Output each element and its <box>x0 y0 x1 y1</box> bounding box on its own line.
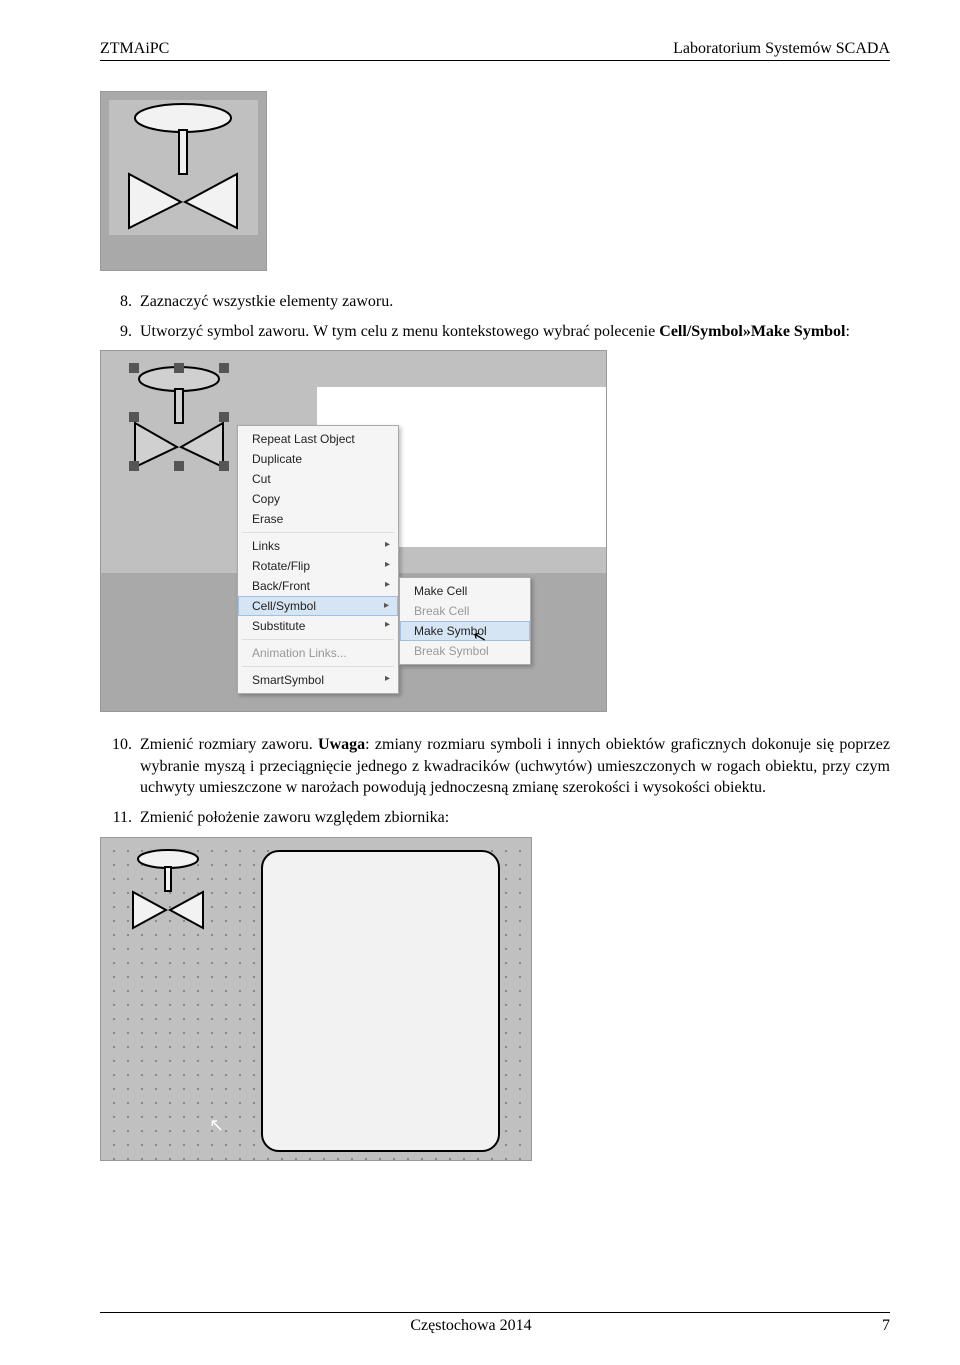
step-text: Utworzyć symbol zaworu. W tym celu z men… <box>140 321 890 343</box>
valve-selected-icon <box>119 363 239 471</box>
menu-separator <box>242 666 394 667</box>
menu-item-repeat[interactable]: Repeat Last Object <box>238 429 398 449</box>
header-left: ZTMAiPC <box>100 40 169 58</box>
page-footer: Częstochowa 2014 7 <box>100 1312 890 1335</box>
menu-item-cell-symbol[interactable]: Cell/Symbol <box>238 596 398 616</box>
menu-item-substitute[interactable]: Substitute <box>238 616 398 636</box>
step-text: Zaznaczyć wszystkie elementy zaworu. <box>140 291 890 313</box>
step-10: 10. Zmienić rozmiary zaworu. Uwaga: zmia… <box>100 734 890 799</box>
figure-context-menu: Repeat Last Object Duplicate Cut Copy Er… <box>100 350 607 712</box>
page-header: ZTMAiPC Laboratorium Systemów SCADA <box>100 40 890 61</box>
submenu-item-break-symbol[interactable]: Break Symbol <box>400 641 530 661</box>
step-text: Zmienić położenie zaworu względem zbiorn… <box>140 807 890 829</box>
menu-item-copy[interactable]: Copy <box>238 489 398 509</box>
menu-separator <box>242 639 394 640</box>
header-right: Laboratorium Systemów SCADA <box>673 40 890 58</box>
menu-item-erase[interactable]: Erase <box>238 509 398 529</box>
submenu-item-make-symbol[interactable]: Make Symbol <box>400 621 530 641</box>
menu-item-animation-links[interactable]: Animation Links... <box>238 643 398 663</box>
submenu-item-break-cell[interactable]: Break Cell <box>400 601 530 621</box>
context-submenu[interactable]: Make Cell Break Cell Make Symbol Break S… <box>399 577 531 665</box>
submenu-item-make-cell[interactable]: Make Cell <box>400 581 530 601</box>
tank-shape <box>261 850 500 1152</box>
step-number: 11. <box>100 807 140 829</box>
valve-icon <box>123 848 213 930</box>
step-8: 8. Zaznaczyć wszystkie elementy zaworu. <box>100 291 890 313</box>
footer-page-number: 7 <box>882 1317 890 1335</box>
cursor-icon: ↖ <box>209 1115 224 1136</box>
step-number: 9. <box>100 321 140 343</box>
menu-item-cut[interactable]: Cut <box>238 469 398 489</box>
menu-item-links[interactable]: Links <box>238 536 398 556</box>
step-number: 10. <box>100 734 140 799</box>
valve-icon <box>109 100 257 230</box>
menu-item-duplicate[interactable]: Duplicate <box>238 449 398 469</box>
menu-item-smartsymbol[interactable]: SmartSymbol <box>238 670 398 690</box>
step-number: 8. <box>100 291 140 313</box>
context-menu[interactable]: Repeat Last Object Duplicate Cut Copy Er… <box>237 425 399 694</box>
menu-item-rotate-flip[interactable]: Rotate/Flip <box>238 556 398 576</box>
menu-item-back-front[interactable]: Back/Front <box>238 576 398 596</box>
step-11: 11. Zmienić położenie zaworu względem zb… <box>100 807 890 829</box>
menu-separator <box>242 532 394 533</box>
step-9: 9. Utworzyć symbol zaworu. W tym celu z … <box>100 321 890 343</box>
step-text: Zmienić rozmiary zaworu. Uwaga: zmiany r… <box>140 734 890 799</box>
footer-center: Częstochowa 2014 <box>410 1317 531 1335</box>
figure-valve-simple <box>100 91 267 271</box>
figure-valve-and-tank: ↖ <box>100 837 532 1161</box>
